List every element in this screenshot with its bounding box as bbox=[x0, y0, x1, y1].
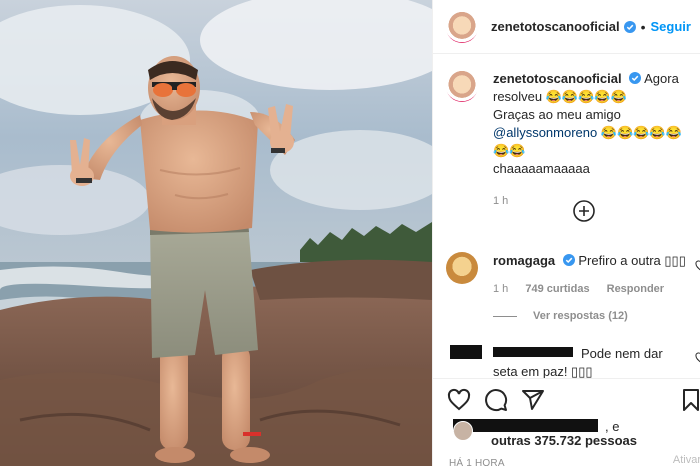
caption-mention[interactable]: @allyssonmoreno bbox=[493, 125, 597, 140]
comment-avatar[interactable] bbox=[446, 252, 478, 284]
caption: zenetotoscanooficial Agora resolveu 😂😂😂😂… bbox=[446, 70, 696, 210]
comment-2-line1: Pode nem dar bbox=[581, 346, 663, 361]
caption-username[interactable]: zenetotoscanooficial bbox=[493, 71, 622, 86]
likes-suffix: , e bbox=[605, 419, 620, 434]
comment-2-like-heart-icon[interactable] bbox=[695, 352, 700, 364]
comment-time[interactable]: 1 h bbox=[493, 283, 508, 295]
comment-likes[interactable]: 749 curtidas bbox=[525, 283, 589, 295]
likes-count[interactable]: outras 375.732 pessoas bbox=[491, 433, 637, 448]
action-icons bbox=[447, 388, 558, 412]
follow-button[interactable]: Seguir bbox=[650, 19, 690, 34]
comment-emoji: ▯▯▯ bbox=[664, 253, 686, 268]
view-replies-label: Ver respostas (12) bbox=[533, 310, 628, 322]
post-sidebar: zenetotoscanooficial • Seguir zenetotosc… bbox=[432, 0, 700, 466]
caption-line2: Graças ao meu amigo bbox=[493, 107, 621, 122]
heart-icon[interactable] bbox=[447, 388, 471, 412]
post-timestamp[interactable]: HÁ 1 HORA bbox=[449, 458, 505, 466]
plus-circle-icon[interactable] bbox=[573, 200, 595, 222]
comment-2-line2: seta em paz! ▯▯▯ bbox=[493, 364, 593, 379]
verified-badge-icon bbox=[562, 254, 575, 266]
comment-body: romagaga Prefiro a outra ▯▯▯ 1 h 749 cur… bbox=[493, 252, 686, 298]
replies-line bbox=[493, 315, 517, 317]
caption-avatar[interactable] bbox=[446, 70, 478, 102]
avatar[interactable] bbox=[446, 10, 478, 43]
post-header: zenetotoscanooficial • Seguir bbox=[433, 0, 700, 54]
os-watermark: Ativar bbox=[672, 454, 700, 466]
beach-photo-image bbox=[0, 0, 432, 466]
liker-avatar[interactable] bbox=[453, 421, 473, 441]
reply-button[interactable]: Responder bbox=[607, 283, 664, 295]
comment-2-text: Pode nem dar seta em paz! ▯▯▯ bbox=[493, 345, 693, 381]
comment: romagaga Prefiro a outra ▯▯▯ 1 h 749 cur… bbox=[446, 252, 700, 298]
verified-badge-icon bbox=[629, 72, 642, 84]
bookmark-icon[interactable] bbox=[679, 388, 700, 412]
share-icon[interactable] bbox=[521, 388, 545, 412]
comment-username[interactable]: romagaga bbox=[493, 253, 555, 268]
comment-icon[interactable] bbox=[484, 388, 508, 412]
post-actions: , e outras 375.732 pessoas HÁ 1 HORA Ati… bbox=[433, 378, 700, 466]
comment-meta: 1 h 749 curtidas Responder bbox=[493, 280, 686, 298]
verified-badge-icon bbox=[623, 20, 636, 33]
redacted-liker bbox=[453, 419, 598, 432]
caption-line3: chaaaaamaaaaa bbox=[493, 161, 590, 176]
header-username[interactable]: zenetotoscanooficial bbox=[491, 19, 620, 34]
header-separator: • bbox=[640, 18, 646, 35]
comment-like-heart-icon[interactable] bbox=[695, 260, 700, 272]
caption-body: zenetotoscanooficial Agora resolveu 😂😂😂😂… bbox=[493, 70, 696, 210]
post-photo[interactable] bbox=[0, 0, 432, 466]
comment-text: Prefiro a outra bbox=[578, 253, 665, 268]
view-replies-button[interactable]: Ver respostas (12) bbox=[493, 310, 628, 322]
redacted-avatar bbox=[450, 345, 482, 359]
